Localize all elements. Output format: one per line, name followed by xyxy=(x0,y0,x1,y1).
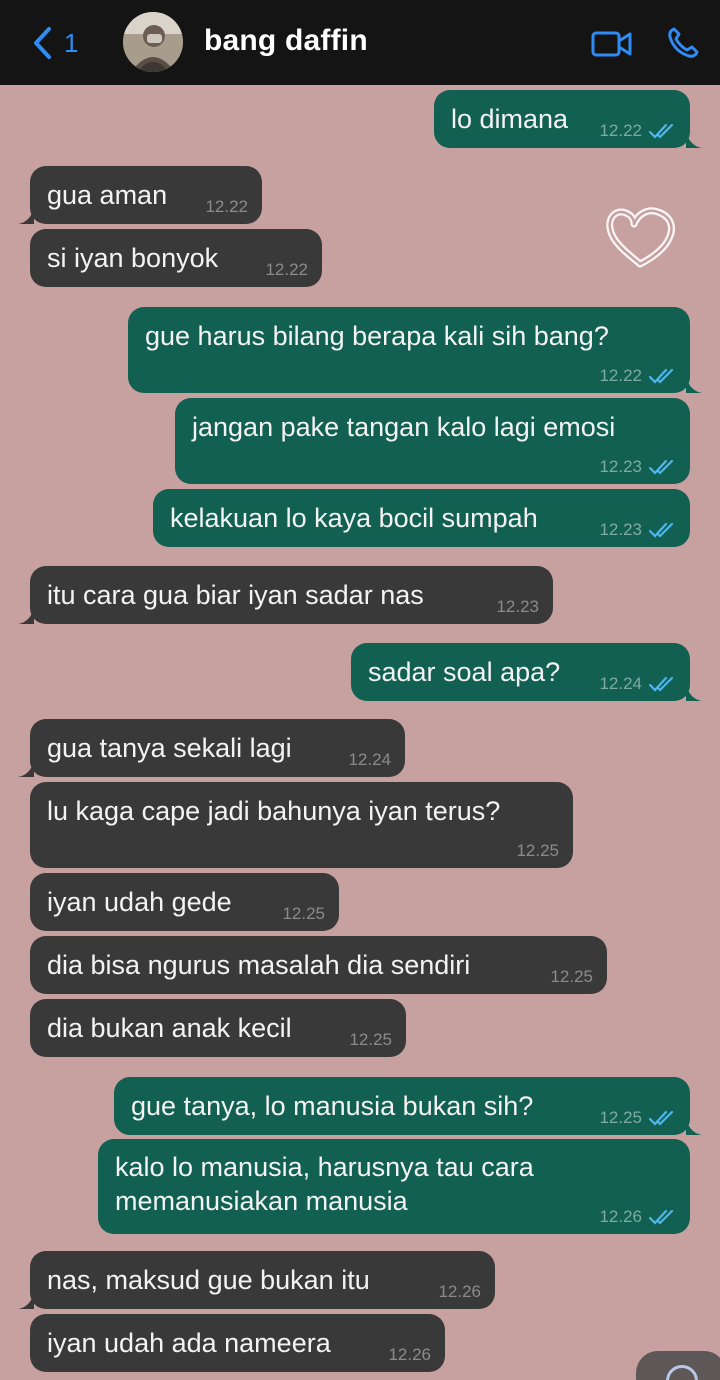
message-bubble[interactable]: iyan udah gede 12.25 xyxy=(30,873,339,931)
chat-header: 1 bang daffin xyxy=(0,0,720,85)
message-time: 12.26 xyxy=(599,1207,642,1226)
message-bubble[interactable]: si iyan bonyok 12.22 xyxy=(30,229,322,287)
message-text: sadar soal apa? xyxy=(368,657,561,687)
bubble-tail xyxy=(686,132,702,148)
message-bubble[interactable]: gue harus bilang berapa kali sih bang? 1… xyxy=(128,307,702,393)
message-bubble[interactable]: lo dimana 12.22 xyxy=(434,90,702,148)
message-time: 12.22 xyxy=(599,121,642,140)
contact-name[interactable]: bang daffin xyxy=(204,24,368,58)
message-time: 12.22 xyxy=(265,260,308,279)
message-text: dia bukan anak kecil xyxy=(47,1013,292,1043)
message-text: lo dimana xyxy=(451,104,569,134)
message-text: kalo lo manusia, harusnya tau cara meman… xyxy=(115,1152,534,1216)
message-time: 12.24 xyxy=(599,674,642,693)
voice-call-button[interactable] xyxy=(665,25,701,61)
chevron-left-icon xyxy=(34,27,51,59)
bubble-tail xyxy=(18,608,34,624)
scroll-down-button[interactable] xyxy=(636,1351,720,1380)
message-text: nas, maksud gue bukan itu xyxy=(47,1265,370,1295)
message-time: 12.26 xyxy=(388,1345,431,1364)
message-meta: 12.22 xyxy=(599,121,676,141)
unread-count: 1 xyxy=(64,27,79,58)
message-meta: 12.24 xyxy=(348,750,391,770)
message-bubble[interactable]: kelakuan lo kaya bocil sumpah 12.23 xyxy=(153,489,690,547)
message-bubble[interactable]: gua tanya sekali lagi 12.24 xyxy=(18,719,405,777)
bubble-tail xyxy=(18,208,34,224)
message-time: 12.25 xyxy=(599,1108,642,1127)
message-bubble[interactable]: gua aman 12.22 xyxy=(18,166,262,224)
phone-icon xyxy=(668,27,699,58)
message-meta: 12.26 xyxy=(438,1282,481,1302)
avatar-photo xyxy=(123,12,183,72)
message-text: dia bisa ngurus masalah dia sendiri xyxy=(47,950,471,980)
double-check-icon xyxy=(648,368,674,384)
message-meta: 12.22 xyxy=(265,260,308,280)
message-bubble[interactable]: itu cara gua biar iyan sadar nas 12.23 xyxy=(18,566,553,624)
message-text: jangan pake tangan kalo lagi emosi xyxy=(192,412,616,442)
message-bubble[interactable]: nas, maksud gue bukan itu 12.26 xyxy=(18,1251,495,1309)
video-call-button[interactable] xyxy=(590,27,634,61)
message-meta: 12.25 xyxy=(349,1030,392,1050)
heart-icon xyxy=(606,207,675,268)
message-time: 12.25 xyxy=(550,967,593,986)
message-text: itu cara gua biar iyan sadar nas xyxy=(47,580,424,610)
message-text: lu kaga cape jadi bahunya iyan terus? xyxy=(47,796,501,826)
message-meta: 12.24 xyxy=(599,674,676,694)
message-time: 12.24 xyxy=(348,750,391,769)
message-bubble[interactable]: gue tanya, lo manusia bukan sih? 12.25 xyxy=(114,1077,702,1135)
message-time: 12.25 xyxy=(516,841,559,860)
message-meta: 12.22 xyxy=(205,197,248,217)
bubble-tail xyxy=(686,685,702,701)
bubble-tail xyxy=(686,377,702,393)
message-meta: 12.25 xyxy=(516,841,559,861)
bubble-tail xyxy=(18,1293,34,1309)
message-text: iyan udah ada nameera xyxy=(47,1328,331,1358)
message-bubble[interactable]: lu kaga cape jadi bahunya iyan terus? 12… xyxy=(30,782,573,868)
double-check-icon xyxy=(648,1110,674,1126)
video-camera-icon xyxy=(591,31,632,57)
message-text: gua aman xyxy=(47,180,168,210)
scroll-down-icon xyxy=(666,1365,698,1380)
message-time: 12.26 xyxy=(438,1282,481,1301)
message-time: 12.22 xyxy=(599,366,642,385)
back-button[interactable]: 1 xyxy=(30,24,100,62)
contact-avatar[interactable] xyxy=(123,12,183,72)
message-text: kelakuan lo kaya bocil sumpah xyxy=(170,503,538,533)
message-bubble[interactable]: jangan pake tangan kalo lagi emosi 12.23 xyxy=(175,398,690,484)
message-time: 12.23 xyxy=(599,520,642,539)
message-bubble[interactable]: sadar soal apa? 12.24 xyxy=(351,643,702,701)
double-check-icon xyxy=(648,676,674,692)
message-meta: 12.23 xyxy=(496,597,539,617)
message-time: 12.25 xyxy=(282,904,325,923)
message-text: iyan udah gede xyxy=(47,887,232,917)
message-time: 12.22 xyxy=(205,197,248,216)
message-meta: 12.26 xyxy=(599,1207,676,1227)
message-bubble[interactable]: kalo lo manusia, harusnya tau cara meman… xyxy=(98,1139,690,1234)
double-check-icon xyxy=(648,522,674,538)
message-text: si iyan bonyok xyxy=(47,243,219,273)
double-check-icon xyxy=(648,459,674,475)
message-meta: 12.22 xyxy=(599,366,676,386)
message-bubble[interactable]: dia bisa ngurus masalah dia sendiri 12.2… xyxy=(30,936,607,994)
message-time: 12.23 xyxy=(599,457,642,476)
message-bubble[interactable]: iyan udah ada nameera 12.26 xyxy=(30,1314,445,1372)
double-check-icon xyxy=(648,1209,674,1225)
bubble-tail xyxy=(686,1119,702,1135)
message-time: 12.23 xyxy=(496,597,539,616)
message-meta: 12.23 xyxy=(599,520,676,540)
message-meta: 12.25 xyxy=(599,1108,676,1128)
message-text: gue harus bilang berapa kali sih bang? xyxy=(145,321,609,351)
message-meta: 12.26 xyxy=(388,1345,431,1365)
message-text: gua tanya sekali lagi xyxy=(47,733,292,763)
message-meta: 12.23 xyxy=(599,457,676,477)
message-meta: 12.25 xyxy=(282,904,325,924)
message-time: 12.25 xyxy=(349,1030,392,1049)
message-text: gue tanya, lo manusia bukan sih? xyxy=(131,1091,534,1121)
message-bubble[interactable]: dia bukan anak kecil 12.25 xyxy=(30,999,406,1057)
double-check-icon xyxy=(648,123,674,139)
bubble-tail xyxy=(18,761,34,777)
message-meta: 12.25 xyxy=(550,967,593,987)
